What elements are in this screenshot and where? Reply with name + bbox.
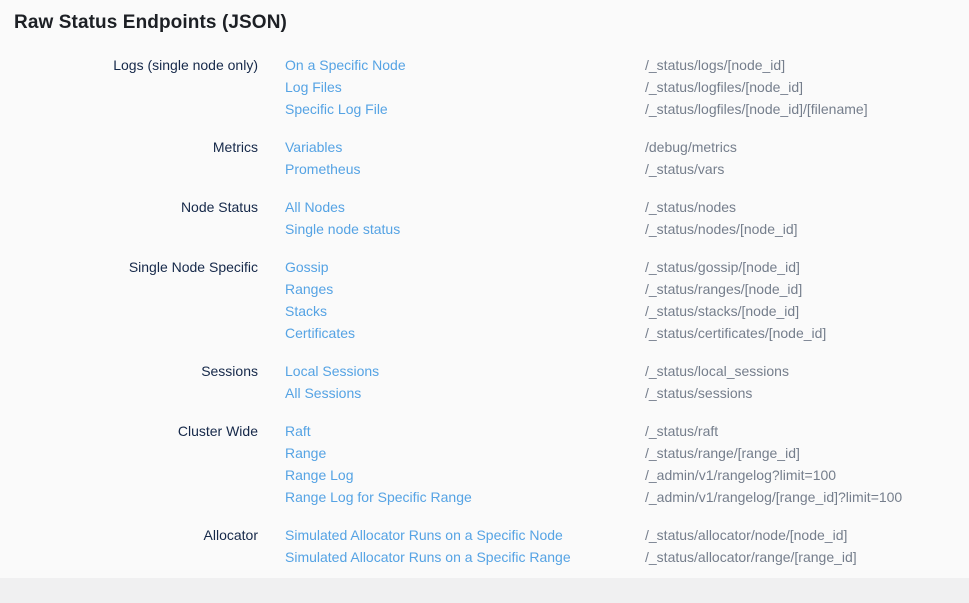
endpoint-link-single-node-status[interactable]: Single node status <box>285 218 645 240</box>
endpoint-link-raft[interactable]: Raft <box>285 420 645 442</box>
endpoint-link-log-files[interactable]: Log Files <box>285 76 645 98</box>
endpoint-link-prometheus[interactable]: Prometheus <box>285 158 645 180</box>
endpoint-link-stacks[interactable]: Stacks <box>285 300 645 322</box>
endpoint-path: /_status/nodes/[node_id] <box>645 218 969 240</box>
group-single-node-specific: Single Node Specific Gossip /_status/gos… <box>14 256 969 344</box>
group-allocator: Allocator Simulated Allocator Runs on a … <box>14 524 969 568</box>
endpoint-path: /_status/logs/[node_id] <box>645 54 969 76</box>
endpoint-path: /_status/allocator/range/[range_id] <box>645 546 969 568</box>
endpoint-path: /_status/certificates/[node_id] <box>645 322 969 344</box>
endpoint-link-ranges[interactable]: Ranges <box>285 278 645 300</box>
raw-status-endpoints-table: Logs (single node only) On a Specific No… <box>14 54 969 568</box>
endpoint-path: /_status/logfiles/[node_id] <box>645 76 969 98</box>
group-logs: Logs (single node only) On a Specific No… <box>14 54 969 120</box>
endpoint-link-range[interactable]: Range <box>285 442 645 464</box>
endpoint-path: /debug/metrics <box>645 136 969 158</box>
group-category-label: Sessions <box>14 360 285 404</box>
endpoint-link-local-sessions[interactable]: Local Sessions <box>285 360 645 382</box>
endpoint-link-all-sessions[interactable]: All Sessions <box>285 382 645 404</box>
endpoint-link-on-a-specific-node[interactable]: On a Specific Node <box>285 54 645 76</box>
endpoint-path: /_status/logfiles/[node_id]/[filename] <box>645 98 969 120</box>
debug-page-content: Raw Status Endpoints (JSON) Logs (single… <box>0 0 969 578</box>
group-category-label: Metrics <box>14 136 285 180</box>
endpoint-path: /_status/vars <box>645 158 969 180</box>
group-sessions: Sessions Local Sessions /_status/local_s… <box>14 360 969 404</box>
endpoint-link-gossip[interactable]: Gossip <box>285 256 645 278</box>
endpoint-link-simulated-allocator-runs-range[interactable]: Simulated Allocator Runs on a Specific R… <box>285 546 645 568</box>
endpoint-path: /_status/nodes <box>645 196 969 218</box>
endpoint-path: /_status/ranges/[node_id] <box>645 278 969 300</box>
endpoint-path: /_admin/v1/rangelog/[range_id]?limit=100 <box>645 486 969 508</box>
endpoint-path: /_status/allocator/node/[node_id] <box>645 524 969 546</box>
group-category-label: Single Node Specific <box>14 256 285 344</box>
group-category-label: Logs (single node only) <box>14 54 285 120</box>
endpoint-path: /_admin/v1/rangelog?limit=100 <box>645 464 969 486</box>
endpoint-link-variables[interactable]: Variables <box>285 136 645 158</box>
group-category-label: Allocator <box>14 524 285 568</box>
group-category-label: Node Status <box>14 196 285 240</box>
group-node-status: Node Status All Nodes /_status/nodes Sin… <box>14 196 969 240</box>
endpoint-link-simulated-allocator-runs-node[interactable]: Simulated Allocator Runs on a Specific N… <box>285 524 645 546</box>
endpoint-link-all-nodes[interactable]: All Nodes <box>285 196 645 218</box>
endpoint-path: /_status/sessions <box>645 382 969 404</box>
endpoint-path: /_status/local_sessions <box>645 360 969 382</box>
group-category-label: Cluster Wide <box>14 420 285 508</box>
endpoint-path: /_status/range/[range_id] <box>645 442 969 464</box>
endpoint-path: /_status/gossip/[node_id] <box>645 256 969 278</box>
endpoint-link-range-log-for-specific-range[interactable]: Range Log for Specific Range <box>285 486 645 508</box>
endpoint-path: /_status/raft <box>645 420 969 442</box>
endpoint-link-range-log[interactable]: Range Log <box>285 464 645 486</box>
endpoint-link-specific-log-file[interactable]: Specific Log File <box>285 98 645 120</box>
group-cluster-wide: Cluster Wide Raft /_status/raft Range /_… <box>14 420 969 508</box>
endpoint-path: /_status/stacks/[node_id] <box>645 300 969 322</box>
endpoint-link-certificates[interactable]: Certificates <box>285 322 645 344</box>
page-title: Raw Status Endpoints (JSON) <box>14 12 969 34</box>
group-metrics: Metrics Variables /debug/metrics Prometh… <box>14 136 969 180</box>
